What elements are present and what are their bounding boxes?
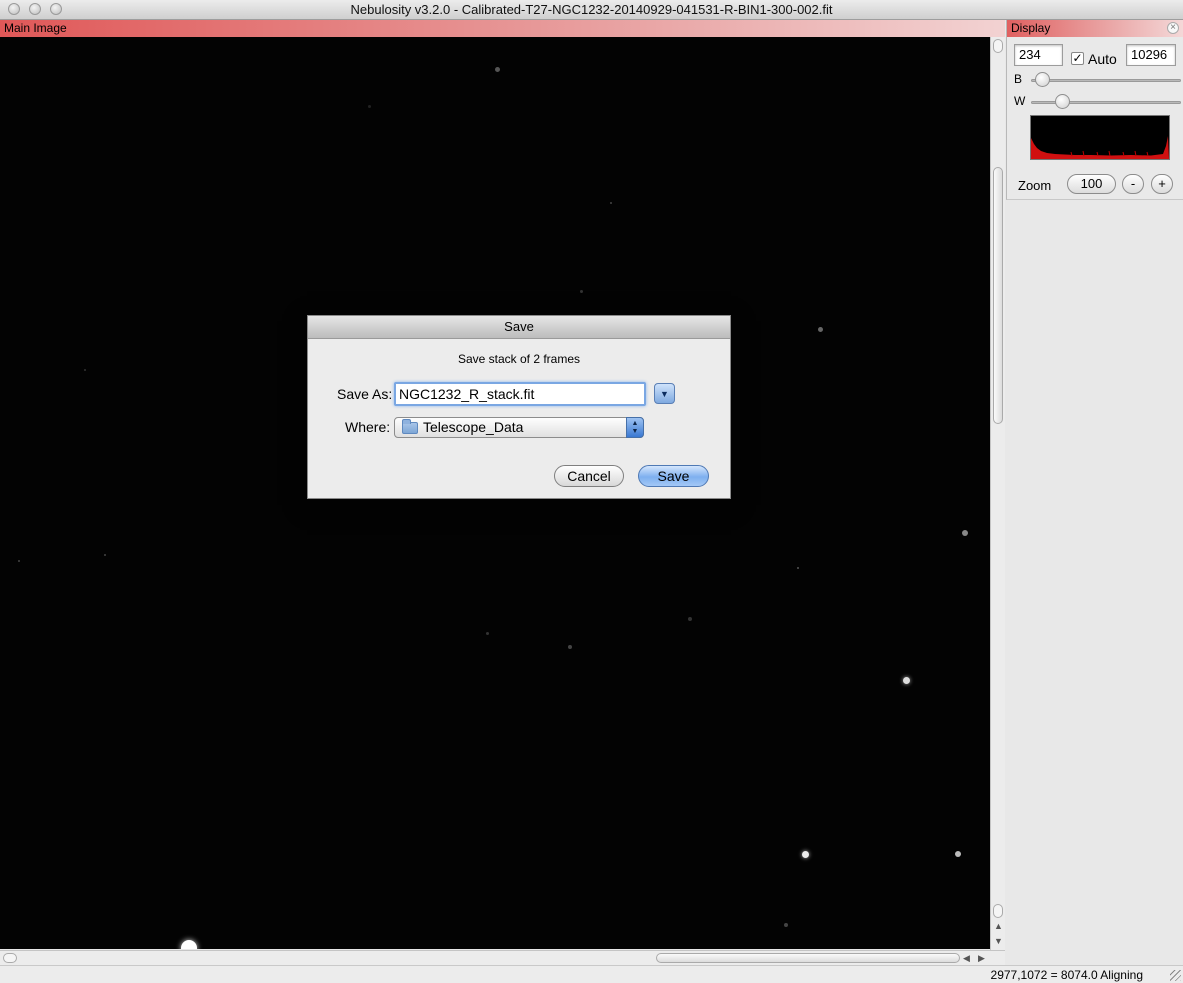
zoom-label: Zoom xyxy=(1018,178,1052,193)
b-slider-label: B xyxy=(1014,72,1023,86)
scrollbar-cap xyxy=(993,39,1003,53)
where-value: Telescope_Data xyxy=(423,419,524,435)
expand-dialog-button[interactable]: ▼ xyxy=(654,383,675,404)
dialog-title: Save xyxy=(308,316,730,339)
star xyxy=(84,369,86,371)
save-as-input[interactable]: NGC1232_R_stack.fit xyxy=(394,382,646,406)
up-down-arrows-icon: ▲ ▼ xyxy=(626,417,644,438)
scroll-up-arrow-icon[interactable]: ▲ xyxy=(994,921,1003,931)
star xyxy=(486,632,489,635)
checkmark-icon: ✓ xyxy=(1072,51,1083,65)
scroll-right-arrow-icon[interactable]: ▶ xyxy=(978,953,985,963)
auto-checkbox[interactable]: ✓ xyxy=(1071,52,1084,65)
where-popup[interactable]: Telescope_Data ▲ ▼ xyxy=(394,417,644,438)
folder-icon xyxy=(402,419,418,434)
display-panel-header: Display × xyxy=(1007,20,1183,37)
status-text: 2977,1072 = 8074.0 Aligning xyxy=(990,968,1143,982)
status-bar: 2977,1072 = 8074.0 Aligning xyxy=(0,965,1183,983)
where-label: Where: xyxy=(345,419,391,435)
star xyxy=(568,645,572,649)
save-button[interactable]: Save xyxy=(638,465,709,487)
star xyxy=(818,327,823,332)
scrollbar-cap xyxy=(3,953,17,963)
w-slider-label: W xyxy=(1014,94,1026,108)
zoom-out-button[interactable]: - xyxy=(1122,174,1144,194)
zoom-value-field[interactable]: 100 xyxy=(1067,174,1116,194)
display-panel: Display × 234 ✓ Auto 10296 B W Zoom 100 … xyxy=(1006,20,1183,200)
star xyxy=(495,67,500,72)
resize-grip-icon[interactable] xyxy=(1170,970,1181,981)
dialog-message: Save stack of 2 frames xyxy=(457,352,581,366)
window-titlebar: Nebulosity v3.2.0 - Calibrated-T27-NGC12… xyxy=(0,0,1183,20)
horizontal-scroll-thumb[interactable] xyxy=(656,953,960,963)
star xyxy=(903,677,910,684)
scrollbar-cap xyxy=(993,904,1003,918)
star xyxy=(181,940,197,949)
star xyxy=(784,923,788,927)
chevron-down-icon: ▼ xyxy=(660,389,669,399)
window-title: Nebulosity v3.2.0 - Calibrated-T27-NGC12… xyxy=(350,2,833,17)
star xyxy=(688,617,692,621)
vertical-scroll-thumb[interactable] xyxy=(993,167,1003,424)
black-level-input[interactable]: 234 xyxy=(1014,44,1063,66)
save-dialog: Save Save stack of 2 frames Save As: NGC… xyxy=(307,315,731,499)
star xyxy=(797,567,799,569)
w-slider-knob[interactable] xyxy=(1055,94,1071,109)
vertical-scrollbar[interactable]: ▲ ▼ xyxy=(990,37,1005,950)
scroll-down-arrow-icon[interactable]: ▼ xyxy=(994,936,1003,946)
star xyxy=(104,554,106,556)
cancel-button[interactable]: Cancel xyxy=(554,465,624,487)
horizontal-scrollbar[interactable]: ◀ ▶ xyxy=(0,950,1005,965)
star xyxy=(368,105,371,108)
save-as-label: Save As: xyxy=(337,386,393,402)
star xyxy=(610,202,612,204)
star xyxy=(955,851,961,857)
w-slider-track[interactable] xyxy=(1031,101,1181,104)
close-icon[interactable]: × xyxy=(1167,22,1179,34)
zoom-in-button[interactable]: + xyxy=(1151,174,1173,194)
display-panel-title: Display xyxy=(1011,21,1051,35)
star xyxy=(18,560,20,562)
star xyxy=(580,290,583,293)
b-slider-track[interactable] xyxy=(1031,79,1181,82)
scroll-left-arrow-icon[interactable]: ◀ xyxy=(963,953,970,963)
histogram-plot xyxy=(1031,136,1169,159)
white-level-input[interactable]: 10296 xyxy=(1126,44,1176,66)
histogram xyxy=(1030,115,1170,160)
main-image-header: Main Image xyxy=(0,20,1005,37)
auto-label: Auto xyxy=(1088,51,1117,67)
star xyxy=(962,530,968,536)
star xyxy=(802,851,809,858)
b-slider-knob[interactable] xyxy=(1035,72,1051,87)
